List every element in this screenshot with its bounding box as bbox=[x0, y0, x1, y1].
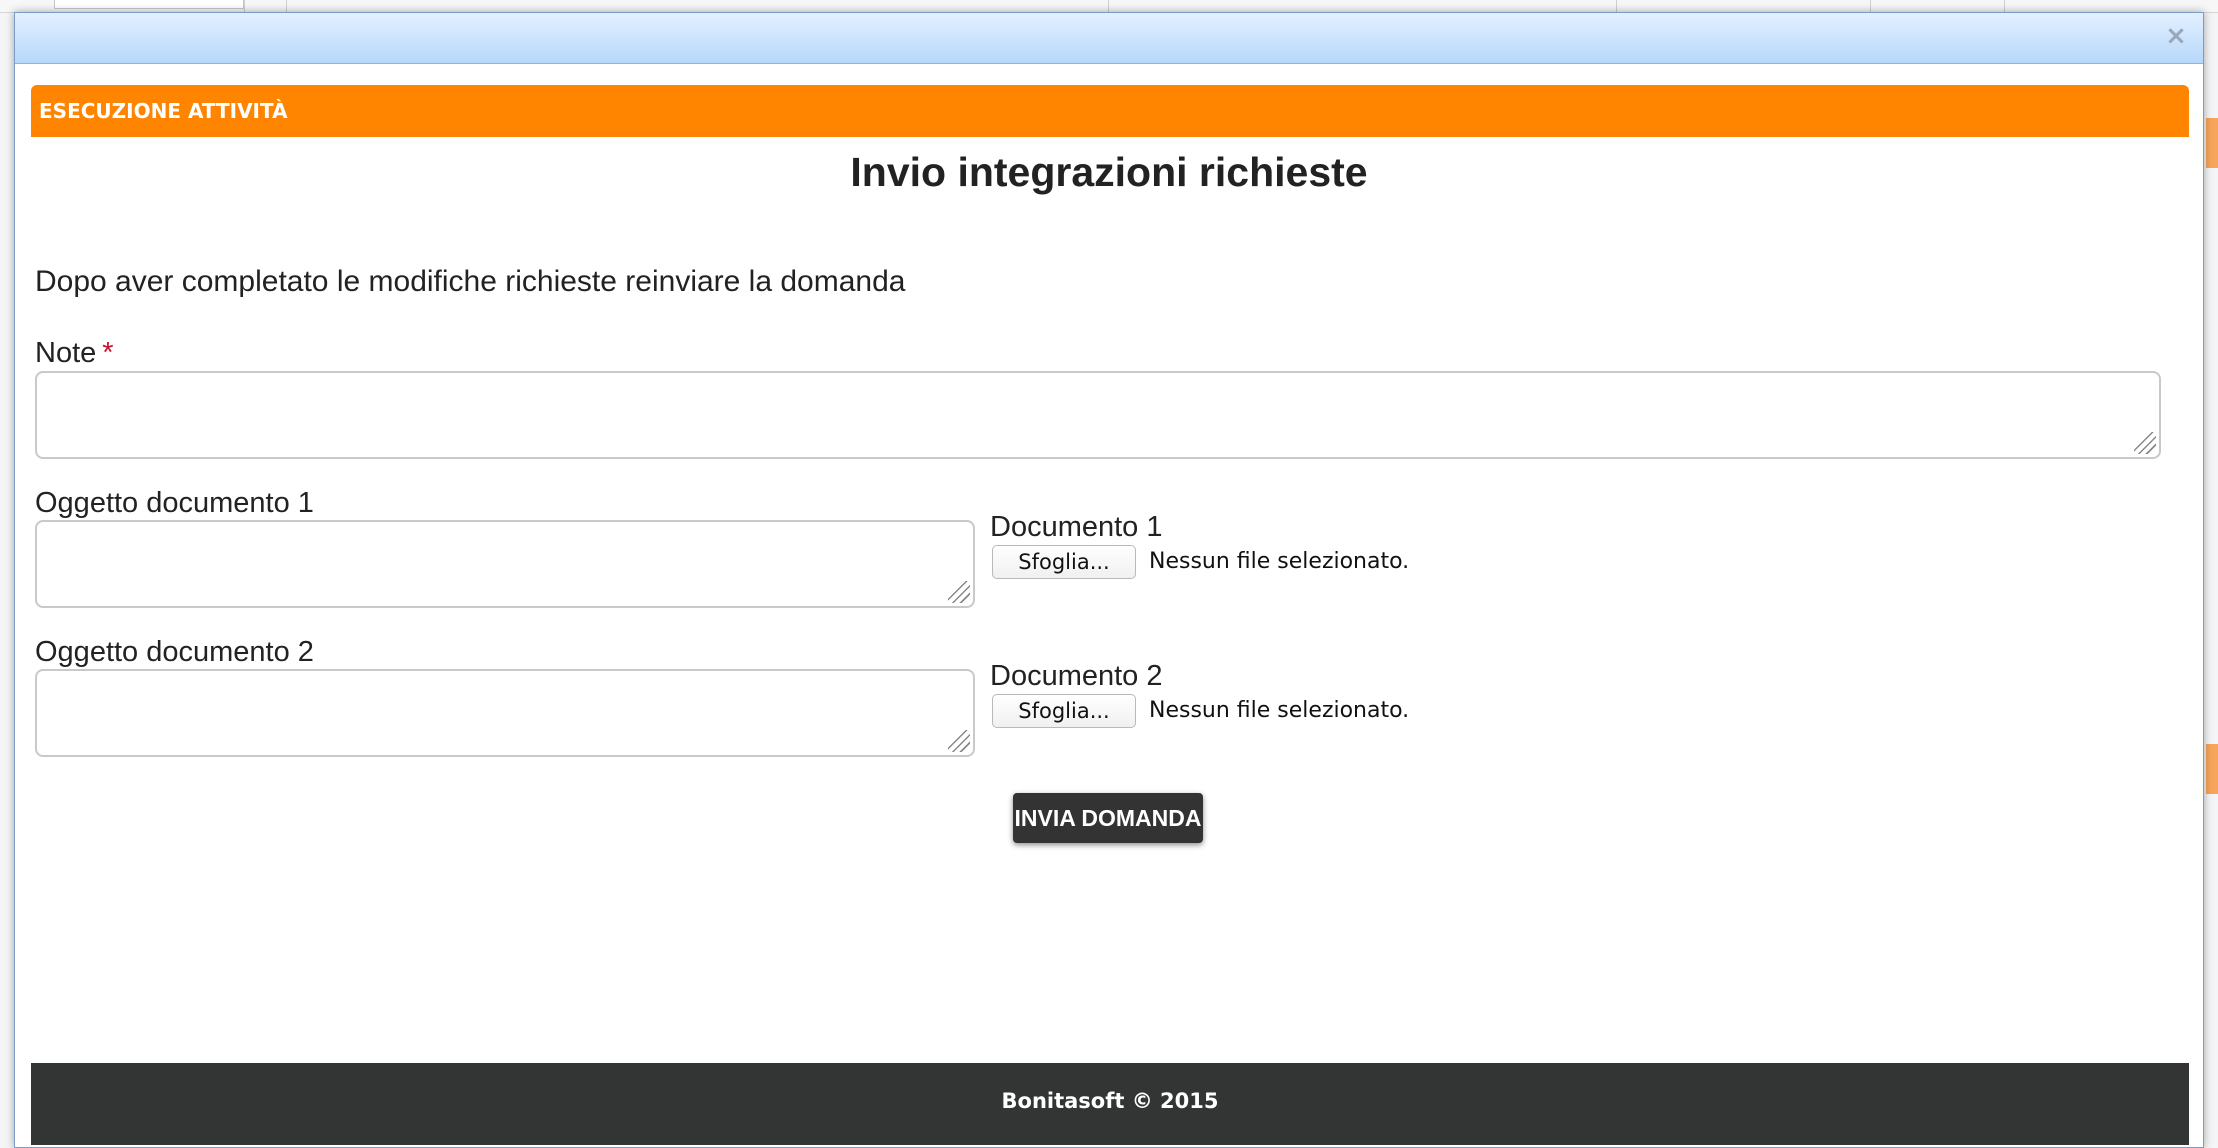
dialog-titlebar[interactable]: × bbox=[15, 13, 2203, 64]
background-divider bbox=[244, 0, 245, 12]
object-doc1-textarea[interactable] bbox=[35, 520, 975, 608]
doc1-label: Documento 1 bbox=[990, 511, 1163, 543]
background-divider bbox=[1870, 0, 1871, 12]
task-header-label: ESECUZIONE ATTIVITÀ bbox=[39, 99, 288, 123]
form-intro: Dopo aver completato le modifiche richie… bbox=[35, 265, 906, 298]
resize-grip-icon[interactable] bbox=[948, 581, 970, 603]
background-orange-tab bbox=[2206, 744, 2218, 794]
required-marker: * bbox=[102, 337, 114, 369]
doc1-browse-button[interactable]: Sfoglia... bbox=[992, 545, 1136, 579]
note-label-text: Note bbox=[35, 337, 97, 369]
modal-dialog: × ESECUZIONE ATTIVITÀ Invio integrazioni… bbox=[14, 12, 2204, 1148]
submit-button[interactable]: INVIA DOMANDA bbox=[1013, 793, 1203, 843]
background-input bbox=[54, 0, 244, 9]
doc2-file-status: Nessun file selezionato. bbox=[1149, 698, 1410, 723]
background-divider bbox=[1108, 0, 1109, 12]
note-label: Note * bbox=[35, 337, 114, 370]
footer: Bonitasoft © 2015 bbox=[31, 1063, 2189, 1145]
background-orange-tab bbox=[2206, 118, 2218, 168]
resize-grip-icon[interactable] bbox=[948, 730, 970, 752]
task-header: ESECUZIONE ATTIVITÀ bbox=[31, 85, 2189, 137]
object-doc1-label: Oggetto documento 1 bbox=[35, 487, 314, 519]
doc2-label: Documento 2 bbox=[990, 660, 1163, 692]
note-textarea[interactable] bbox=[35, 371, 2161, 459]
doc1-file-status: Nessun file selezionato. bbox=[1149, 549, 1410, 574]
object-doc2-label: Oggetto documento 2 bbox=[35, 636, 314, 668]
background-divider bbox=[1616, 0, 1617, 12]
background-divider bbox=[286, 0, 287, 12]
background-divider bbox=[2004, 0, 2005, 12]
object-doc2-textarea[interactable] bbox=[35, 669, 975, 757]
footer-text: Bonitasoft © 2015 bbox=[1001, 1089, 1219, 1113]
doc2-browse-button[interactable]: Sfoglia... bbox=[992, 694, 1136, 728]
close-icon[interactable]: × bbox=[2163, 23, 2189, 49]
resize-grip-icon[interactable] bbox=[2134, 432, 2156, 454]
form-title: Invio integrazioni richieste bbox=[850, 149, 1368, 195]
